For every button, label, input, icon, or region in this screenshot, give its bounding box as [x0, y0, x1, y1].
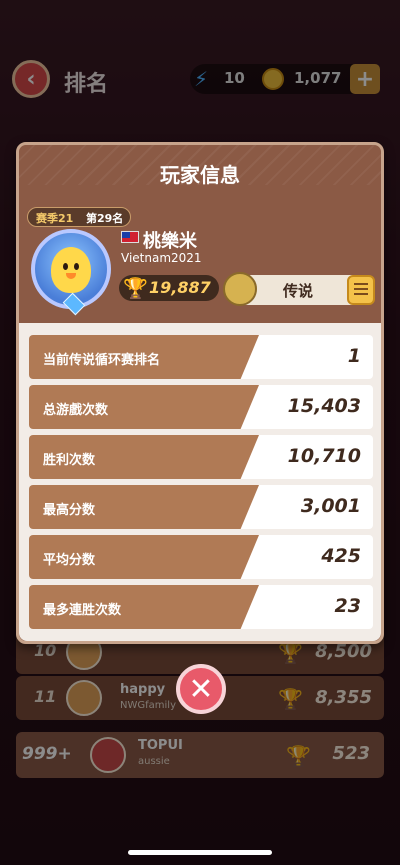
gem-icon	[62, 292, 86, 316]
flag-icon	[121, 231, 139, 243]
note-icon[interactable]	[347, 275, 375, 305]
home-indicator[interactable]	[128, 850, 272, 855]
tier-label: 传说	[283, 282, 314, 300]
tier-badge-icon	[223, 272, 257, 306]
modal-header: 玩家信息 赛季21 第29名 桃樂米 Vietnam2021 🏆 19,887 …	[19, 145, 381, 323]
close-icon: ✕	[188, 671, 214, 707]
modal-title: 玩家信息	[160, 163, 240, 187]
trophy-count-box: 🏆 19,887	[119, 275, 219, 301]
stat-value: 23	[334, 595, 361, 617]
player-country: Vietnam2021	[121, 251, 202, 265]
season-rank: 第29名	[86, 212, 124, 225]
stat-value: 3,001	[300, 495, 361, 517]
stat-row: 平均分数 425	[29, 535, 373, 579]
chick-icon	[51, 247, 91, 293]
tier-box: 传说	[223, 272, 375, 306]
stat-row: 总游戲次数 15,403	[29, 385, 373, 429]
stat-value: 10,710	[287, 445, 361, 467]
season-label: 赛季21	[36, 212, 74, 225]
trophy-count: 19,887	[149, 278, 211, 297]
stat-label: 平均分数	[43, 553, 96, 568]
stat-value: 15,403	[287, 395, 361, 417]
stat-value: 1	[347, 345, 361, 367]
stat-value: 425	[321, 545, 361, 567]
player-avatar	[31, 229, 111, 316]
close-button[interactable]: ✕	[176, 664, 226, 714]
stat-row: 最多連胜次数 23	[29, 585, 373, 629]
stat-label: 总游戲次数	[43, 403, 109, 418]
stat-row: 胜利次数 10,710	[29, 435, 373, 479]
player-name: 桃樂米	[143, 231, 197, 252]
stat-label: 最高分数	[43, 503, 96, 518]
stat-row: 当前传说循环赛排名 1	[29, 335, 373, 379]
stat-label: 最多連胜次数	[43, 603, 122, 618]
stat-label: 当前传说循环赛排名	[43, 353, 161, 368]
stat-row: 最高分数 3,001	[29, 485, 373, 529]
stat-label: 胜利次数	[43, 453, 96, 468]
trophy-icon: 🏆	[123, 276, 148, 300]
player-info-modal: 玩家信息 赛季21 第29名 桃樂米 Vietnam2021 🏆 19,887 …	[16, 142, 384, 644]
stats-list: 当前传说循环赛排名 1 总游戲次数 15,403 胜利次数 10,710 最高分…	[19, 323, 381, 641]
screen: ‹ 排名 ⚡ 10 1,077 + 10 🏆 8,500 11 happy NW…	[0, 0, 400, 865]
season-badge: 赛季21 第29名	[27, 207, 131, 227]
